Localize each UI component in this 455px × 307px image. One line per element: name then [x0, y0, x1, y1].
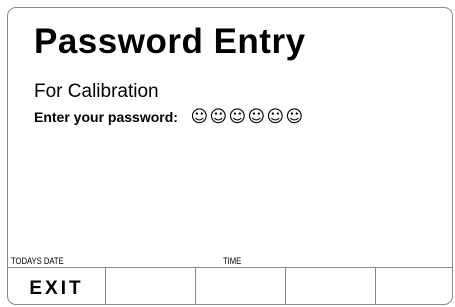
- softkey-3[interactable]: [196, 268, 286, 304]
- password-mask-char: ☺: [209, 107, 228, 127]
- status-bar: TODAYS DATE TIME: [8, 255, 452, 267]
- password-prompt-label: Enter your password:: [34, 109, 178, 125]
- password-entry-screen: Password Entry For Calibration Enter you…: [7, 7, 453, 305]
- softkey-bar: EXIT: [8, 267, 452, 304]
- password-prompt-row: Enter your password: ☺ ☺ ☺ ☺ ☺ ☺: [34, 106, 304, 128]
- exit-button[interactable]: EXIT: [8, 268, 106, 304]
- password-mask-char: ☺: [228, 107, 247, 127]
- password-mask-char: ☺: [190, 107, 209, 127]
- todays-date-label: TODAYS DATE: [11, 256, 64, 266]
- softkey-2[interactable]: [106, 268, 196, 304]
- password-mask-char: ☺: [247, 107, 266, 127]
- page-subtitle: For Calibration: [34, 81, 159, 102]
- password-mask-char: ☺: [266, 107, 285, 127]
- softkey-5[interactable]: [376, 268, 452, 304]
- softkey-4[interactable]: [286, 268, 376, 304]
- exit-button-label: EXIT: [29, 278, 84, 299]
- page-title: Password Entry: [34, 22, 306, 61]
- time-label: TIME: [223, 256, 242, 266]
- password-mask-char: ☺: [285, 107, 304, 127]
- password-input[interactable]: ☺ ☺ ☺ ☺ ☺ ☺: [190, 107, 304, 127]
